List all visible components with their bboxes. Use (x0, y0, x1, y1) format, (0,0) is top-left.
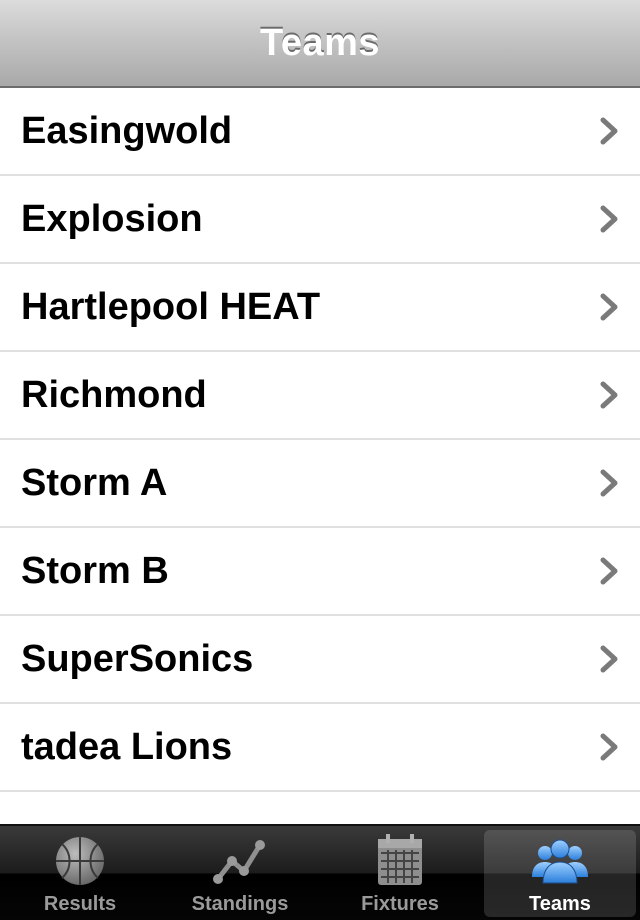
chevron-right-icon (600, 293, 618, 321)
tab-label: Teams (529, 893, 591, 915)
tab-teams[interactable]: Teams (480, 826, 640, 920)
team-name: Storm A (21, 461, 168, 504)
team-row-hartlepool-heat[interactable]: Hartlepool HEAT (0, 264, 640, 352)
people-icon (532, 839, 588, 884)
teams-list[interactable]: Easingwold Explosion Hartlepool HEAT Ric… (0, 88, 640, 824)
navigation-bar: Teams (0, 0, 640, 88)
team-row-storm-b[interactable]: Storm B (0, 528, 640, 616)
chevron-right-icon (600, 557, 618, 585)
team-name: Richmond (21, 373, 207, 416)
tab-results[interactable]: Results (0, 826, 160, 920)
team-name: Explosion (21, 197, 203, 240)
team-row-storm-a[interactable]: Storm A (0, 440, 640, 528)
line-chart-icon (213, 840, 265, 884)
chevron-right-icon (600, 469, 618, 497)
team-name: Storm B (21, 549, 169, 592)
page-title: Teams (259, 21, 381, 64)
team-row-tadea-lions[interactable]: tadea Lions (0, 704, 640, 792)
team-row-richmond[interactable]: Richmond (0, 352, 640, 440)
team-name: tadea Lions (21, 725, 233, 768)
calendar-icon (378, 834, 422, 885)
tab-bar: Results Standings Fixtures Teams (0, 824, 640, 920)
team-name: Easingwold (21, 109, 233, 152)
chevron-right-icon (600, 205, 618, 233)
team-name: SuperSonics (21, 637, 254, 680)
basketball-icon (56, 837, 104, 885)
chevron-right-icon (600, 645, 618, 673)
tab-label: Standings (191, 893, 289, 915)
chevron-right-icon (600, 381, 618, 409)
team-row-partially-hidden[interactable] (0, 792, 640, 824)
tab-standings[interactable]: Standings (160, 826, 320, 920)
chevron-right-icon (600, 117, 618, 145)
team-row-explosion[interactable]: Explosion (0, 176, 640, 264)
tab-label: Results (43, 893, 117, 915)
tab-fixtures[interactable]: Fixtures (320, 826, 480, 920)
tab-label: Fixtures (361, 893, 439, 915)
chevron-right-icon (600, 733, 618, 761)
team-row-supersonics[interactable]: SuperSonics (0, 616, 640, 704)
team-row-easingwold[interactable]: Easingwold (0, 88, 640, 176)
team-name: Hartlepool HEAT (21, 285, 321, 328)
